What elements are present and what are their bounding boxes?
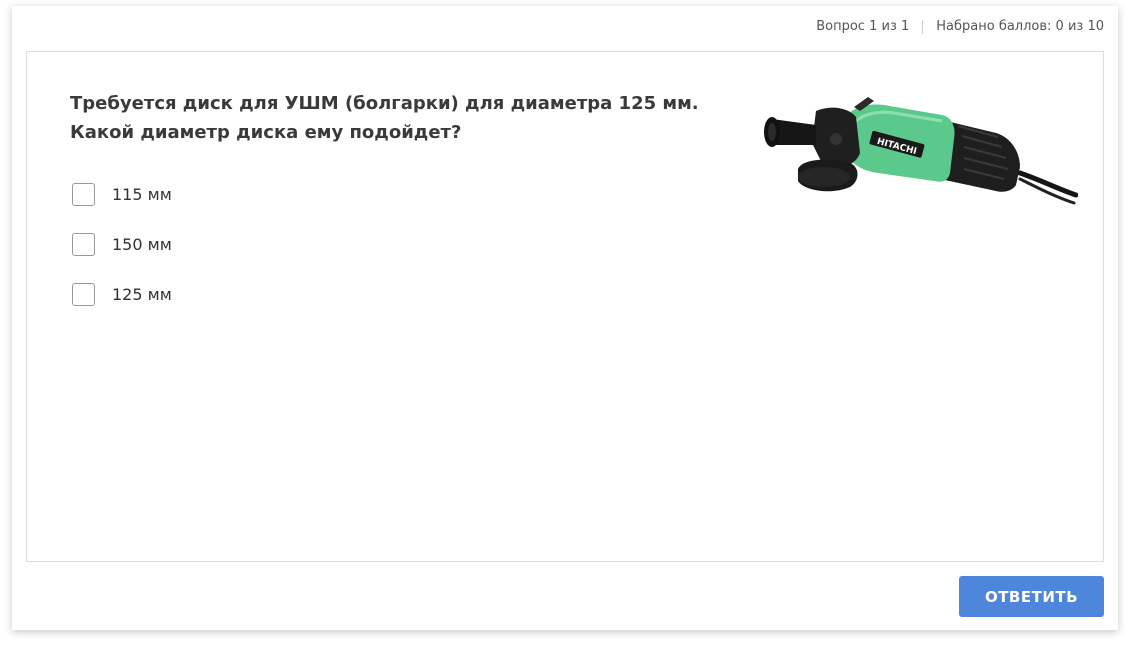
question-text: Требуется диск для УШМ (болгарки) для ди…	[70, 89, 730, 147]
answer-option-150[interactable]: 150 мм	[72, 230, 172, 258]
question-panel: Требуется диск для УШМ (болгарки) для ди…	[26, 51, 1104, 562]
checkbox[interactable]	[72, 282, 95, 306]
quiz-container: Вопрос 1 из 1 Набрано баллов: 0 из 10 Тр…	[12, 6, 1118, 630]
answer-label: 115 мм	[112, 184, 172, 204]
status-bar: Вопрос 1 из 1 Набрано баллов: 0 из 10	[816, 19, 1104, 34]
question-line-1: Требуется диск для УШМ (болгарки) для ди…	[70, 93, 699, 114]
answer-label: 150 мм	[112, 234, 172, 254]
answer-label: 125 мм	[112, 284, 172, 304]
question-line-2: Какой диаметр диска ему подойдет?	[70, 122, 462, 143]
submit-answer-button[interactable]: ОТВЕТИТЬ	[959, 576, 1104, 617]
question-counter: Вопрос 1 из 1	[816, 19, 910, 34]
checkbox[interactable]	[72, 232, 95, 256]
checkbox[interactable]	[72, 182, 95, 206]
answer-option-115[interactable]: 115 мм	[72, 180, 172, 208]
answer-option-125[interactable]: 125 мм	[72, 280, 172, 308]
score-display: Набрано баллов: 0 из 10	[936, 19, 1104, 34]
status-divider	[922, 19, 924, 34]
answer-options: 115 мм 150 мм 125 мм	[72, 180, 172, 330]
angle-grinder-image: HITACHI	[758, 81, 1079, 223]
